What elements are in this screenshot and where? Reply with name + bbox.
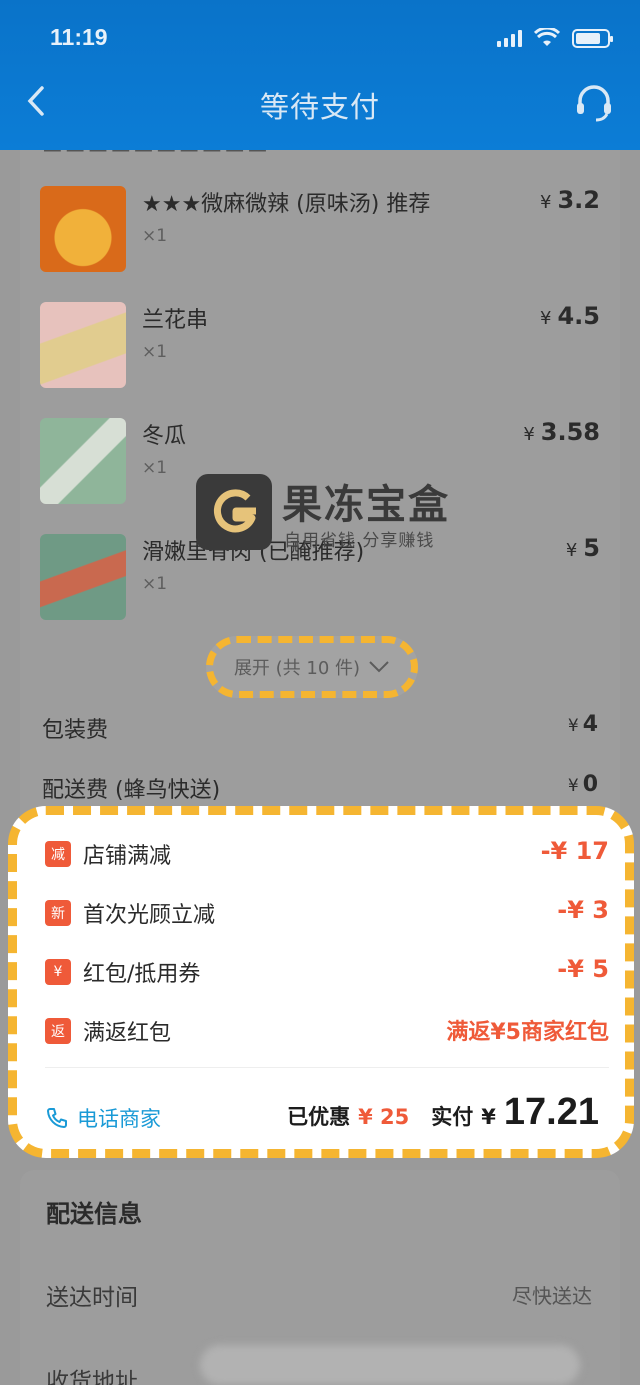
discount-row: 返 满返红包 满返¥5商家红包: [45, 1014, 609, 1050]
expand-items-button[interactable]: 展开 (共 10 件): [206, 636, 418, 698]
delivery-fee-label: 配送费 (蜂鸟快送): [42, 778, 221, 803]
battery-icon: [572, 28, 613, 48]
discount-label: 首次光顾立减: [83, 903, 216, 928]
divider: [45, 1067, 609, 1068]
packing-fee-row: 包装费 ¥4: [42, 712, 598, 744]
item-price: ¥3.2: [540, 186, 600, 214]
discount-label: 店铺满减: [83, 844, 172, 869]
watermark-title: 果冻宝盒: [282, 482, 450, 528]
item-name: 兰花串: [142, 308, 209, 333]
status-time: 11:19: [50, 24, 108, 50]
paid-label: 实付: [431, 1105, 474, 1129]
discount-tag-icon: 减: [45, 841, 71, 867]
delivery-time-value: 尽快送达: [512, 1284, 592, 1308]
list-item[interactable]: ★★★微麻微辣 (原味汤) 推荐 ×1 ¥3.2: [40, 186, 600, 272]
expand-label: 展开 (共 10 件): [233, 658, 361, 679]
delivery-info-title: 配送信息: [46, 1200, 142, 1228]
packing-fee-value: ¥4: [567, 712, 598, 737]
item-qty: ×1: [142, 574, 168, 594]
paid-total: 17.21: [503, 1091, 599, 1133]
discount-tag-icon: ¥: [45, 959, 71, 985]
chevron-down-icon: [369, 661, 389, 673]
discount-tag-icon: 返: [45, 1018, 71, 1044]
signal-icon: [497, 29, 522, 47]
discount-summary-card: 减 店铺满减 -¥ 17 新 首次光顾立减 -¥ 3 ¥ 红包/抵用券 -¥ 5…: [8, 806, 634, 1158]
status-icons: [497, 28, 613, 48]
wifi-icon: [534, 28, 560, 46]
watermark-subtitle: 自用省钱 分享赚钱: [284, 531, 435, 551]
discount-row: 新 首次光顾立减 -¥ 3: [45, 896, 609, 932]
item-qty: ×1: [142, 458, 168, 478]
delivery-fee-row: 配送费 (蜂鸟快送) ¥0: [42, 772, 598, 804]
discount-amount: -¥ 17: [540, 837, 609, 865]
top-bar: 11:19 等待支付: [0, 0, 640, 150]
item-price: ¥4.5: [540, 302, 600, 330]
discount-amount: -¥ 3: [557, 896, 609, 924]
item-qty: ×1: [142, 226, 168, 246]
item-price: ¥3.58: [523, 418, 600, 446]
delivery-fee-value: ¥0: [567, 772, 598, 797]
call-merchant-label: 电话商家: [77, 1107, 161, 1131]
discount-label: 满返红包: [83, 1021, 172, 1046]
delivery-address-label: 收货地址: [46, 1369, 138, 1385]
food-thumbnail: [40, 534, 126, 620]
item-name: ★★★微麻微辣 (原味汤) 推荐: [142, 192, 431, 217]
watermark: 果冻宝盒 自用省钱 分享赚钱: [196, 474, 486, 554]
food-thumbnail: [40, 418, 126, 504]
paid-currency: ¥: [481, 1105, 496, 1129]
discount-tag-icon: 新: [45, 900, 71, 926]
delivery-time-label: 送达时间: [46, 1285, 138, 1311]
discount-row: ¥ 红包/抵用券 -¥ 5: [45, 955, 609, 991]
food-thumbnail: [40, 186, 126, 272]
discount-label: 红包/抵用券: [83, 962, 201, 987]
discount-amount: 满返¥5商家红包: [446, 1020, 609, 1045]
address-redacted: [200, 1345, 580, 1385]
packing-fee-label: 包装费: [42, 718, 109, 743]
watermark-logo-icon: [196, 474, 272, 550]
item-price: ¥5: [565, 534, 600, 562]
call-merchant-button[interactable]: 电话商家: [45, 1103, 161, 1133]
saved-value: ¥ 25: [358, 1105, 410, 1129]
page-title: 等待支付: [259, 90, 380, 124]
discount-row: 减 店铺满减 -¥ 17: [45, 837, 609, 873]
phone-icon: [47, 1108, 67, 1128]
customer-service-icon[interactable]: [574, 82, 614, 122]
discount-amount: -¥ 5: [557, 955, 609, 983]
payment-summary: 已优惠 ¥ 25 实付 ¥ 17.21: [287, 1091, 599, 1134]
item-qty: ×1: [142, 342, 168, 362]
list-item[interactable]: 兰花串 ×1 ¥4.5: [40, 302, 600, 388]
saved-label: 已优惠: [287, 1105, 351, 1129]
item-name: 冬瓜: [142, 424, 187, 449]
food-thumbnail: [40, 302, 126, 388]
